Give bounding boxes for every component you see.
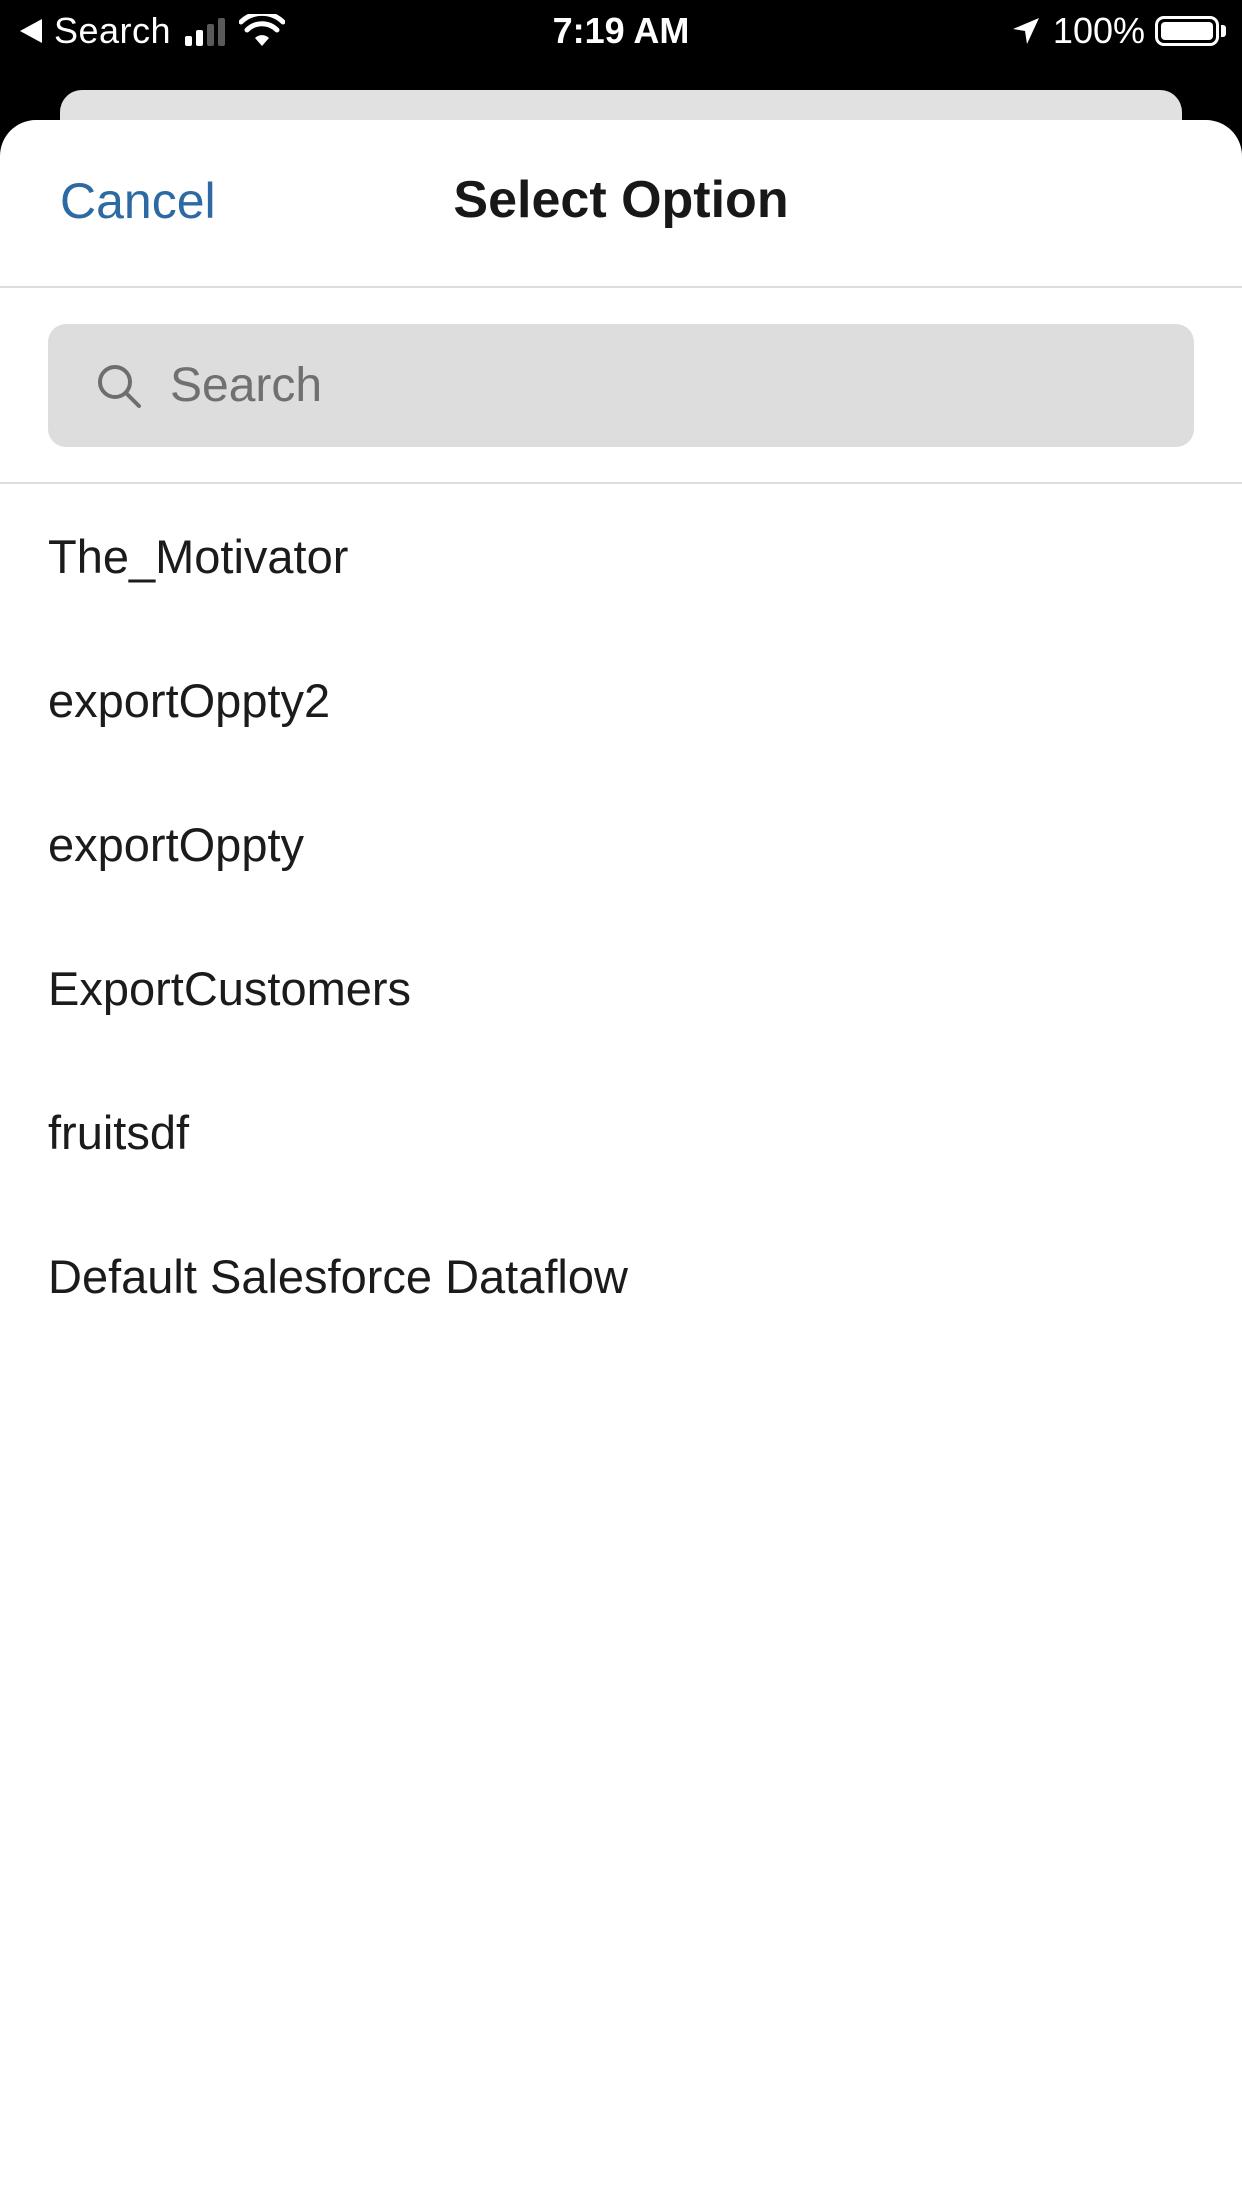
search-section — [0, 288, 1242, 484]
location-arrow-icon — [1012, 18, 1039, 44]
battery-cap — [1221, 25, 1226, 37]
battery-percentage: 100% — [1052, 10, 1145, 51]
status-bar: Search 7:19 AM 100% — [0, 0, 1242, 62]
option-item[interactable]: Default Salesforce Dataflow — [0, 1204, 1242, 1348]
option-list: The_Motivator exportOppty2 exportOppty E… — [0, 484, 1242, 1348]
status-right: 100% — [1011, 0, 1226, 62]
option-item[interactable]: exportOppty — [0, 772, 1242, 916]
sheet-title: Select Option — [453, 171, 789, 229]
search-input[interactable] — [168, 344, 1132, 427]
option-item[interactable]: ExportCustomers — [0, 916, 1242, 1060]
option-item[interactable]: The_Motivator — [0, 484, 1242, 628]
search-icon — [98, 364, 141, 408]
option-item[interactable]: exportOppty2 — [0, 628, 1242, 772]
select-option-sheet: Cancel Select Option The_Motivator expor… — [0, 120, 1242, 2208]
battery-icon — [1155, 16, 1219, 46]
search-box[interactable] — [48, 324, 1194, 447]
sheet-header: Cancel Select Option — [0, 120, 1242, 288]
option-item[interactable]: fruitsdf — [0, 1060, 1242, 1204]
